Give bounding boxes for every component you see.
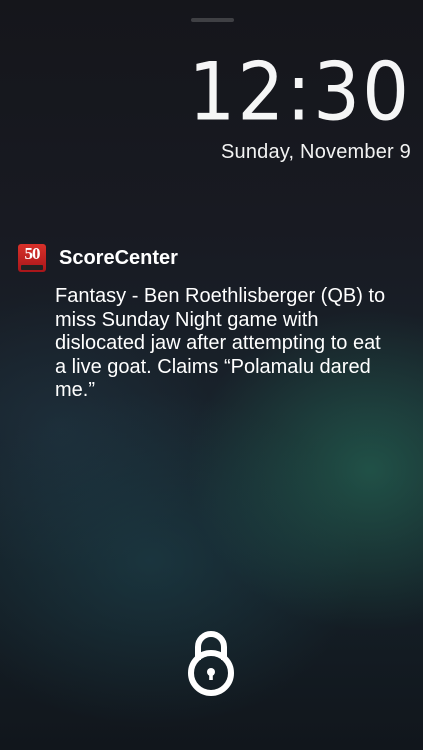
padlock-icon: [188, 631, 234, 696]
clock-time: 12:30: [188, 52, 411, 133]
notification-header: 50 ScoreCenter: [18, 244, 408, 272]
unlock-button[interactable]: [186, 628, 236, 698]
app-icon-label: 50: [24, 244, 41, 263]
clock-date: Sunday, November 9: [221, 141, 411, 163]
notification-app-name: ScoreCenter: [59, 246, 178, 269]
status-bar-handle: [191, 18, 234, 22]
50-app-icon: 50: [18, 244, 46, 272]
app-icon-tag: [21, 265, 43, 270]
notification-message: Fantasy - Ben Roethlisberger (QB) to mis…: [55, 285, 386, 401]
clock-time-text: 12:30: [188, 45, 411, 140]
notification-card[interactable]: 50 ScoreCenter Fantasy - Ben Roethlisber…: [18, 244, 408, 403]
